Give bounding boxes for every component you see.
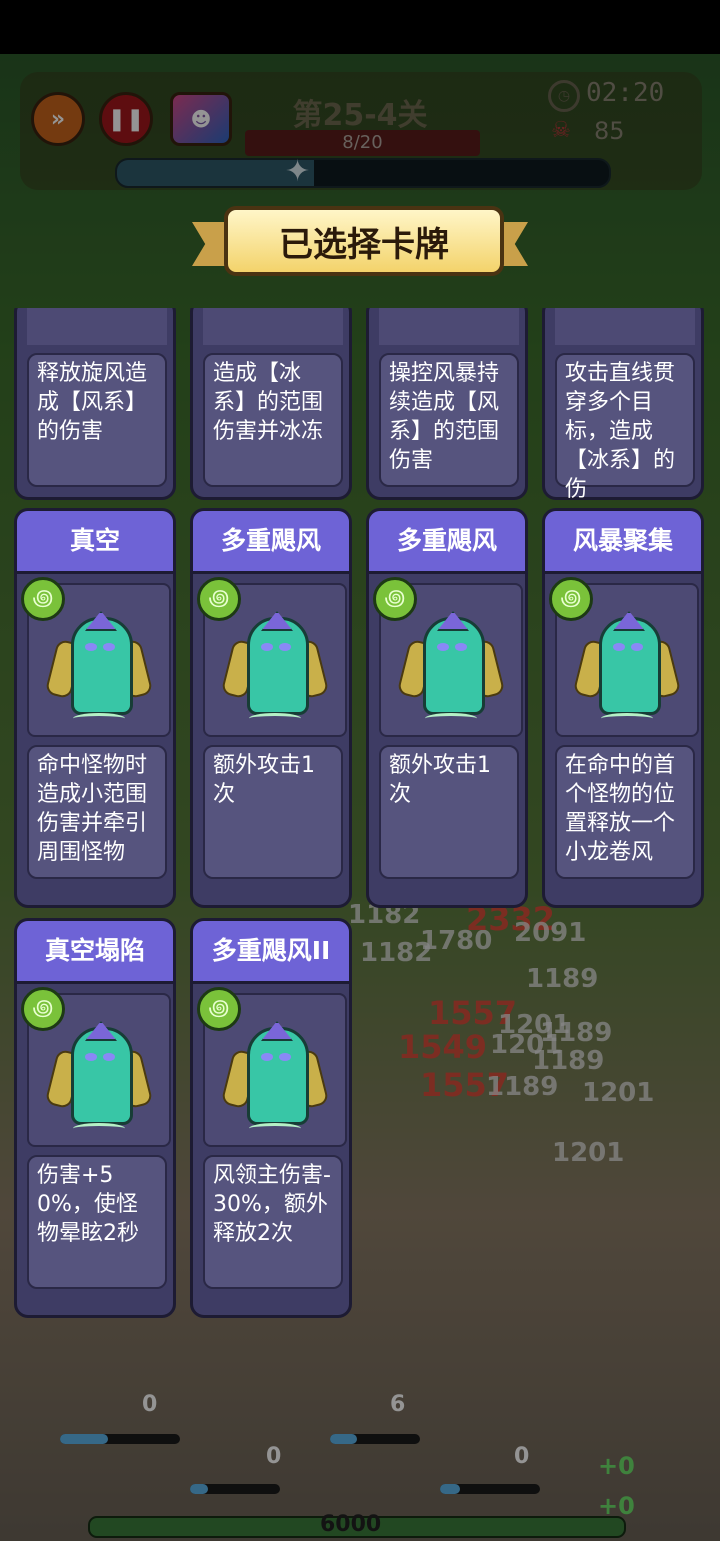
card-portrait: [555, 308, 695, 345]
card-title: 多重飓风II: [193, 921, 349, 984]
card-description: 伤害+50%，使怪物晕眩2秒: [27, 1155, 167, 1289]
card[interactable]: 攻击直线贯穿多个目标，造成【冰系】的伤: [542, 308, 704, 502]
card-title: 多重飓风: [193, 511, 349, 574]
banner-title: 已选择卡牌: [224, 206, 504, 276]
card[interactable]: 操控风暴持续造成【风系】的范围伤害: [366, 308, 528, 500]
card-description: 在命中的首个怪物的位置释放一个小龙卷风: [555, 745, 695, 879]
wind-spirit-image: [220, 1013, 330, 1133]
wind-spirit-image: [44, 1013, 154, 1133]
card-portrait: [27, 308, 167, 345]
card[interactable]: 多重飓风II ꩜ 风领主伤害-30%，额外释放2次: [190, 918, 352, 1318]
card-description: 攻击直线贯穿多个目标，造成【冰系】的伤: [555, 353, 695, 502]
wind-element-icon: ꩜: [21, 987, 65, 1031]
wind-spirit-image: [572, 603, 682, 723]
card-description: 额外攻击1次: [203, 745, 343, 879]
card-portrait: [203, 308, 343, 345]
card-title: 风暴聚集: [545, 511, 701, 574]
card-description: 风领主伤害-30%，额外释放2次: [203, 1155, 343, 1289]
card-description: 额外攻击1次: [379, 745, 519, 879]
card-portrait: [379, 308, 519, 345]
wind-element-icon: ꩜: [197, 577, 241, 621]
card[interactable]: 风暴聚集 ꩜ 在命中的首个怪物的位置释放一个小龙卷风: [542, 508, 704, 908]
card[interactable]: 真空 ꩜ 命中怪物时造成小范围伤害并牵引周围怪物: [14, 508, 176, 908]
wind-element-icon: ꩜: [373, 577, 417, 621]
card-title: 真空: [17, 511, 173, 574]
wind-spirit-image: [396, 603, 506, 723]
wind-element-icon: ꩜: [197, 987, 241, 1031]
card[interactable]: 造成【冰系】的范围伤害并冰冻: [190, 308, 352, 500]
wind-element-icon: ꩜: [21, 577, 65, 621]
card-description: 操控风暴持续造成【风系】的范围伤害: [379, 353, 519, 487]
status-bar: [0, 0, 720, 54]
card-title: 真空塌陷: [17, 921, 173, 984]
card-description: 释放旋风造成【风系】的伤害: [27, 353, 167, 487]
wind-spirit-image: [44, 603, 154, 723]
card-description: 命中怪物时造成小范围伤害并牵引周围怪物: [27, 745, 167, 879]
wind-spirit-image: [220, 603, 330, 723]
card[interactable]: 多重飓风 ꩜ 额外攻击1次: [366, 508, 528, 908]
wind-element-icon: ꩜: [549, 577, 593, 621]
card-title: 多重飓风: [369, 511, 525, 574]
card[interactable]: 真空塌陷 ꩜ 伤害+50%，使怪物晕眩2秒: [14, 918, 176, 1318]
selected-cards-list[interactable]: 释放旋风造成【风系】的伤害 造成【冰系】的范围伤害并冰冻 操控风暴持续造成【风系…: [0, 308, 720, 1541]
card[interactable]: 释放旋风造成【风系】的伤害: [14, 308, 176, 500]
card[interactable]: 多重飓风 ꩜ 额外攻击1次: [190, 508, 352, 908]
card-description: 造成【冰系】的范围伤害并冰冻: [203, 353, 343, 487]
selected-cards-banner: 已选择卡牌: [192, 206, 528, 276]
